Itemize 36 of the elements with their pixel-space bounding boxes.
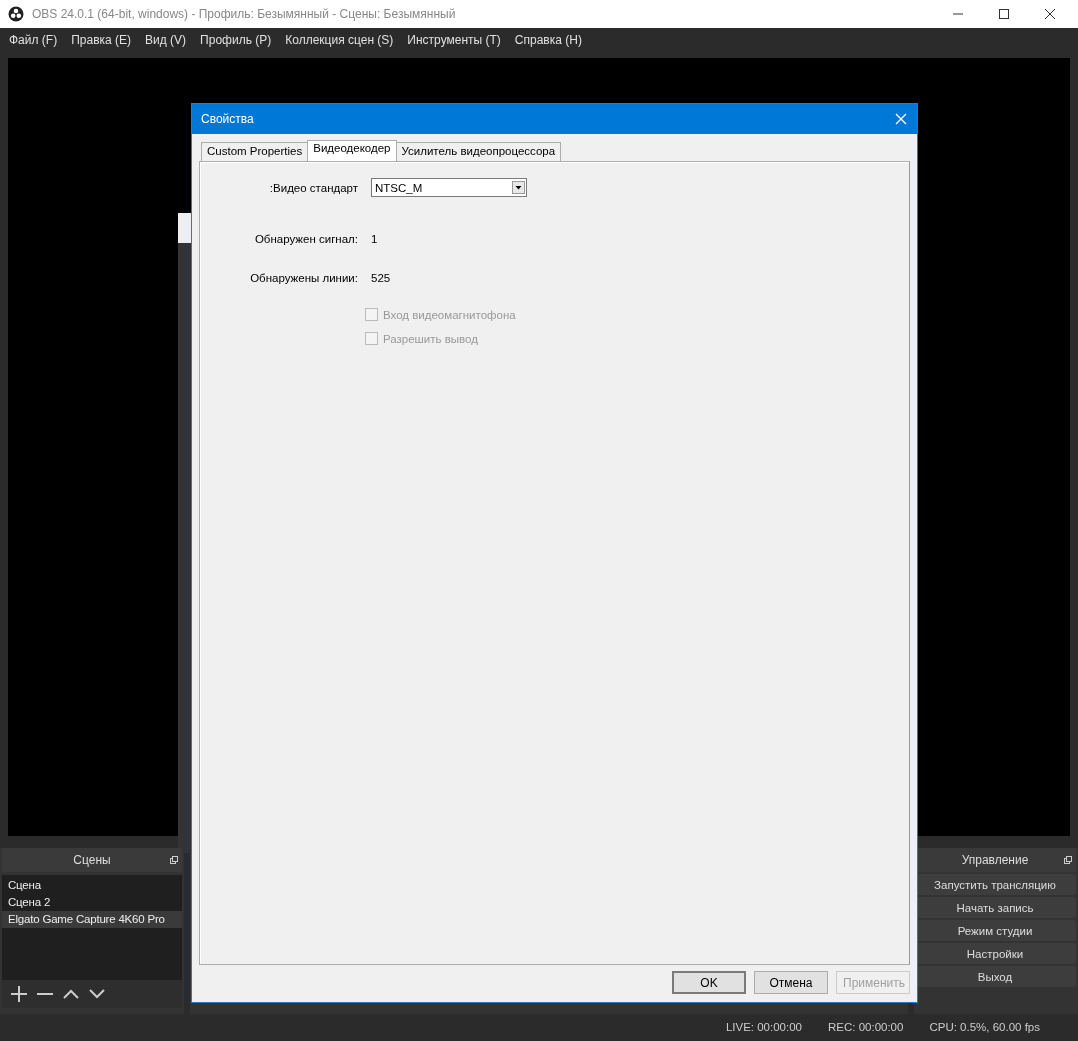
- menu-item[interactable]: Справка (H): [507, 33, 589, 47]
- scene-item[interactable]: Elgato Game Capture 4K60 Pro: [2, 911, 182, 928]
- app-logo-icon: [8, 6, 24, 22]
- menu-item[interactable]: Правка (E): [64, 33, 139, 47]
- window-title: OBS 24.0.1 (64-bit, windows) - Профиль: Безымянный - Сцены: Безымянный: [32, 7, 456, 21]
- tab[interactable]: Custom Properties: [201, 142, 309, 161]
- scene-item[interactable]: Сцена 2: [2, 894, 182, 911]
- field-value: 525: [371, 272, 392, 284]
- dialog-button[interactable]: Отмена: [754, 971, 828, 994]
- tab[interactable]: Усилитель видеопроцессора: [395, 142, 562, 161]
- dropdown[interactable]: NTSC_M: [371, 178, 527, 197]
- field-value: 1: [371, 233, 379, 245]
- status-text: CPU: 0.5%, 60.00 fps: [929, 1021, 1040, 1033]
- menu-item[interactable]: Вид (V): [138, 33, 194, 47]
- scene-item[interactable]: Сцена: [2, 877, 182, 894]
- menu-item[interactable]: Профиль (P): [193, 33, 279, 47]
- dialog-title: Свойства: [201, 112, 254, 126]
- float-icon[interactable]: [1064, 856, 1072, 864]
- status-text: REC: 00:00:00: [827, 1021, 904, 1033]
- float-icon[interactable]: [170, 856, 178, 864]
- dock-title: Сцены: [73, 853, 111, 867]
- dialog-button[interactable]: OK: [672, 971, 746, 994]
- close-icon[interactable]: [1044, 8, 1056, 20]
- field-label: Обнаружены линии:: [249, 272, 358, 284]
- checkbox-label: Вход видеомагнитофона: [383, 308, 516, 321]
- field-label: Обнаружен сигнал:: [253, 233, 358, 245]
- dock-title: Управление: [961, 853, 1029, 867]
- checkbox-label: Разрешить вывод: [383, 332, 478, 345]
- field-label: :Видео стандарт: [268, 181, 358, 194]
- maximize-icon[interactable]: [998, 8, 1010, 20]
- menu-item[interactable]: Коллекция сцен (S): [278, 33, 401, 47]
- menu-item[interactable]: Инструменты (T): [400, 33, 508, 47]
- status-text: LIVE: 00:00:00: [725, 1021, 802, 1033]
- menu-item[interactable]: Файл (F): [2, 33, 65, 47]
- tab[interactable]: Видеодекодер: [307, 140, 397, 161]
- add-icon[interactable]: [10, 985, 28, 1003]
